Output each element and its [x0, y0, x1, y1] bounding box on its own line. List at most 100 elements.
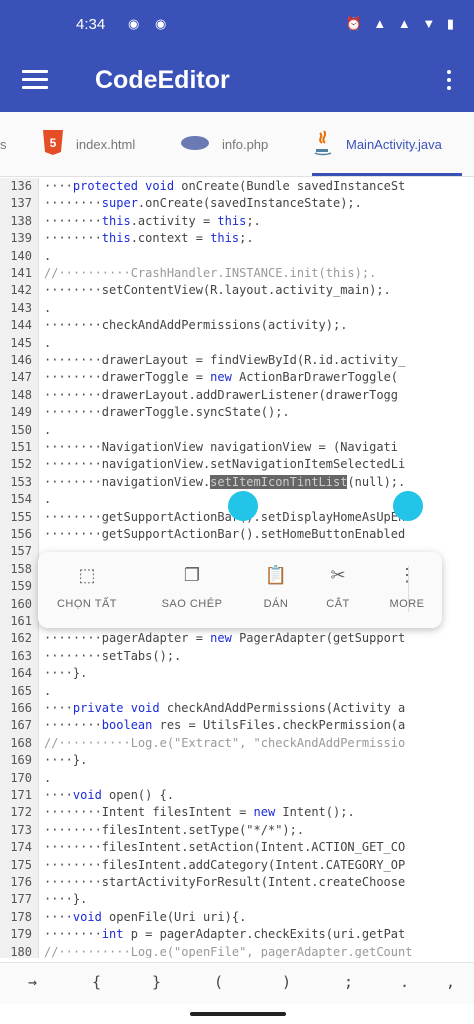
code-line[interactable]: 172 ········Intent filesIntent = new Inte… [0, 804, 474, 821]
code-line[interactable]: 170. [0, 770, 474, 787]
code-text: ····protected void onCreate(Bundle saved… [44, 179, 406, 193]
code-line[interactable]: 177 ····}. [0, 891, 474, 908]
code-line[interactable]: 144 ········checkAndAddPermissions(activi… [0, 317, 474, 334]
select-all-button[interactable]: ⬚ CHỌN TẤT [50, 562, 124, 622]
code-text: . [44, 492, 52, 507]
code-line[interactable]: 164 ····}. [0, 665, 474, 682]
code-text: ········this.context = this;. [44, 231, 254, 246]
code-line[interactable]: 151 ········NavigationView navigationView… [0, 439, 474, 456]
symbol-key[interactable]: } [152, 973, 161, 991]
code-text: ····void openFile(Uri uri){. [44, 909, 247, 924]
code-text: ····}. [44, 753, 88, 768]
symbol-key[interactable]: ( [214, 973, 223, 991]
code-text: ········NavigationView navigationView = … [44, 440, 399, 454]
line-number: 166 [10, 701, 32, 715]
symbol-key[interactable]: → [28, 973, 37, 991]
line-number: 140 [10, 248, 32, 263]
code-text: ········checkAndAddPermissions(activity)… [44, 318, 348, 333]
system-nav-bar [0, 1004, 474, 1024]
tab-index-html[interactable]: 5 index.html [42, 112, 135, 176]
code-line[interactable]: 143. [0, 300, 474, 317]
line-number: 155 [10, 509, 32, 524]
more-button[interactable]: ⋮ MORE [382, 562, 432, 622]
code-line[interactable]: 145. [0, 335, 474, 352]
code-line[interactable]: 147 ········drawerToggle = new ActionBarD… [0, 369, 474, 386]
code-line[interactable]: 176 ········startActivityForResult(Intent… [0, 874, 474, 891]
symbol-key[interactable]: , [446, 973, 455, 991]
code-text: ········getSupportActionBar().setHomeBut… [44, 527, 406, 541]
line-number: 164 [10, 666, 32, 681]
code-line[interactable]: 175 ········filesIntent.addCategory(Inten… [0, 857, 474, 874]
tab-main-activity-java[interactable]: MainActivity.java [312, 112, 462, 176]
home-gesture-pill[interactable] [190, 1012, 286, 1016]
line-number: 169 [10, 753, 32, 768]
tab-label: info.php [222, 136, 269, 152]
code-text: ········filesIntent.addCategory(Intent.C… [44, 857, 406, 872]
code-line[interactable]: 174 ········filesIntent.setAction(Intent.… [0, 839, 474, 856]
code-line[interactable]: 163 ········setTabs();. [0, 648, 474, 665]
selection-start-handle[interactable] [228, 491, 258, 521]
code-line[interactable]: 136 ····protected void onCreate(Bundle sa… [0, 178, 474, 195]
symbol-key[interactable]: { [92, 973, 101, 991]
line-number: 173 [10, 822, 32, 837]
code-line[interactable]: 167 ········boolean res = UtilsFiles.chec… [0, 717, 474, 734]
html5-icon: 5 [42, 129, 64, 159]
code-line[interactable]: 165. [0, 683, 474, 700]
code-line[interactable]: 166 ····private void checkAndAddPermissio… [0, 700, 474, 717]
code-line[interactable]: 173 ········filesIntent.setType("*/*");. [0, 822, 474, 839]
code-line[interactable]: 137 ········super.onCreate(savedInstanceS… [0, 195, 474, 212]
code-line[interactable]: 180 //··········Log.e("openFile", pagerAd… [0, 944, 474, 958]
symbol-key[interactable]: ) [282, 973, 291, 991]
hamburger-icon[interactable] [22, 68, 50, 92]
paste-button[interactable]: 📋 DÁN [254, 562, 298, 622]
code-line[interactable]: 169 ····}. [0, 752, 474, 769]
line-number: 147 [10, 370, 32, 385]
code-line[interactable]: 178 ····void openFile(Uri uri){. [0, 909, 474, 926]
code-line[interactable]: 138 ········this.activity = this;. [0, 213, 474, 230]
line-number: 148 [10, 387, 32, 402]
more-vert-icon[interactable] [446, 68, 452, 92]
line-number: 146 [10, 353, 32, 367]
code-line[interactable]: 162 ········pagerAdapter = new PagerAdapt… [0, 630, 474, 647]
code-line[interactable]: 150. [0, 422, 474, 439]
code-line[interactable]: 140. [0, 248, 474, 265]
code-line[interactable]: 168 //··········Log.e("Extract", "checkAn… [0, 735, 474, 752]
code-line[interactable]: 146 ········drawerLayout = findViewById(R… [0, 352, 474, 369]
line-number: 165 [10, 683, 32, 698]
symbol-key[interactable]: ; [344, 973, 353, 991]
selected-text: setItemIconTintList [210, 474, 348, 489]
code-line[interactable]: 149 ········drawerToggle.syncState();. [0, 404, 474, 421]
selection-end-handle[interactable] [393, 491, 423, 521]
line-number: 138 [10, 213, 32, 228]
line-number: 159 [10, 579, 32, 594]
code-text: . [44, 422, 52, 437]
php-icon [180, 135, 210, 154]
code-text: ········boolean res = UtilsFiles.checkPe… [44, 718, 406, 733]
tab-partial[interactable]: s [0, 112, 7, 176]
line-number: 152 [10, 457, 32, 472]
copy-label: SAO CHÉP [161, 598, 223, 610]
code-text: ········drawerToggle.syncState();. [44, 405, 290, 420]
code-line[interactable]: 148 ········drawerLayout.addDrawerListene… [0, 387, 474, 404]
code-text: ····}. [44, 892, 88, 907]
code-line[interactable]: 156 ········getSupportActionBar().setHome… [0, 526, 474, 543]
code-text: ········drawerLayout = findViewById(R.id… [44, 353, 406, 367]
code-text: . [44, 770, 52, 785]
code-line[interactable]: 152 ········navigationView.setNavigationI… [0, 456, 474, 473]
code-line[interactable]: 171 ····void open() {. [0, 787, 474, 804]
copy-icon: ❐ [183, 565, 201, 585]
code-line[interactable]: 179 ········int p = pagerAdapter.checkExi… [0, 926, 474, 943]
tab-info-php[interactable]: info.php [180, 112, 268, 176]
code-line[interactable]: 153 ········navigationView.setItemIconTin… [0, 474, 474, 491]
code-text: ········navigationView.setNavigationItem… [44, 457, 406, 472]
code-line[interactable]: 139 ········this.context = this;. [0, 230, 474, 247]
code-line[interactable]: 141 //··········CrashHandler.INSTANCE.ini… [0, 265, 474, 282]
code-text: ········Intent filesIntent = new Intent(… [44, 805, 355, 820]
line-number: 151 [10, 440, 32, 454]
symbol-key[interactable]: . [400, 973, 409, 991]
line-number: 143 [10, 300, 32, 315]
copy-button[interactable]: ❐ SAO CHÉP [150, 562, 234, 622]
line-number: 136 [10, 179, 32, 193]
cut-button[interactable]: ✂ CẮT [318, 562, 358, 622]
code-line[interactable]: 142 ········setContentView(R.layout.activ… [0, 282, 474, 299]
